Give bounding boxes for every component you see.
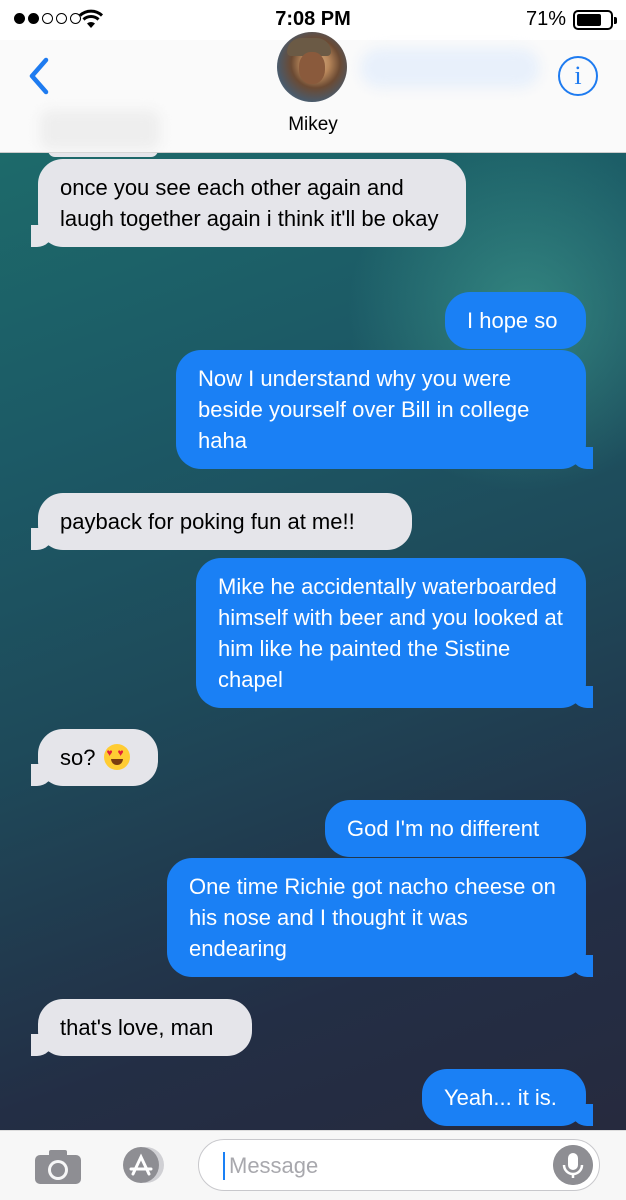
info-icon[interactable]: i xyxy=(558,56,598,96)
message-text: I hope so xyxy=(467,308,558,333)
message-text: once you see each other again and laugh … xyxy=(60,175,439,231)
message-text: Now I understand why you were beside you… xyxy=(198,366,530,453)
incoming-message-bubble[interactable]: once you see each other again and laugh … xyxy=(31,159,466,247)
message-text: that's love, man xyxy=(60,1015,214,1040)
incoming-message-bubble[interactable]: so? ♥ ♥ xyxy=(31,729,158,786)
outgoing-message-bubble[interactable]: One time Richie got nacho cheese on his … xyxy=(167,858,593,977)
app-store-icon[interactable] xyxy=(112,1145,170,1185)
message-text: so? xyxy=(60,745,96,770)
message-text: payback for poking fun at me!! xyxy=(60,509,355,534)
outgoing-message-bubble[interactable]: Now I understand why you were beside you… xyxy=(176,350,593,469)
outgoing-message-bubble[interactable]: Yeah... it is. xyxy=(422,1069,593,1126)
incoming-message-bubble[interactable]: that's love, man xyxy=(31,999,252,1056)
heart-eyes-emoji-icon: ♥ ♥ xyxy=(103,744,130,770)
battery-percentage: 71% xyxy=(525,8,566,30)
message-bubble-partial xyxy=(48,153,158,157)
microphone-icon[interactable] xyxy=(553,1145,593,1185)
composer-bar xyxy=(0,1130,626,1200)
contact-name[interactable]: Mikey xyxy=(0,114,626,136)
message-thread[interactable]: once you see each other again and laugh … xyxy=(0,153,626,1130)
message-text: God I'm no different xyxy=(347,816,540,841)
outgoing-message-bubble[interactable]: God I'm no different xyxy=(325,800,586,857)
chevron-left-icon[interactable] xyxy=(20,54,60,98)
message-text: One time Richie got nacho cheese on his … xyxy=(189,874,556,961)
message-input[interactable] xyxy=(229,1148,529,1184)
contact-avatar[interactable] xyxy=(277,32,347,102)
outgoing-message-bubble[interactable]: I hope so xyxy=(445,292,586,349)
incoming-message-bubble[interactable]: payback for poking fun at me!! xyxy=(31,493,412,550)
camera-icon[interactable] xyxy=(34,1149,82,1185)
message-text: Yeah... it is. xyxy=(444,1085,557,1110)
outgoing-message-bubble[interactable]: Mike he accidentally waterboarded himsel… xyxy=(196,558,593,708)
text-cursor xyxy=(223,1152,225,1180)
blurred-region xyxy=(360,48,540,88)
message-text: Mike he accidentally waterboarded himsel… xyxy=(218,574,563,692)
conversation-header: Mikey i xyxy=(0,32,626,153)
message-input-field[interactable] xyxy=(198,1139,600,1191)
battery-icon xyxy=(573,10,617,30)
